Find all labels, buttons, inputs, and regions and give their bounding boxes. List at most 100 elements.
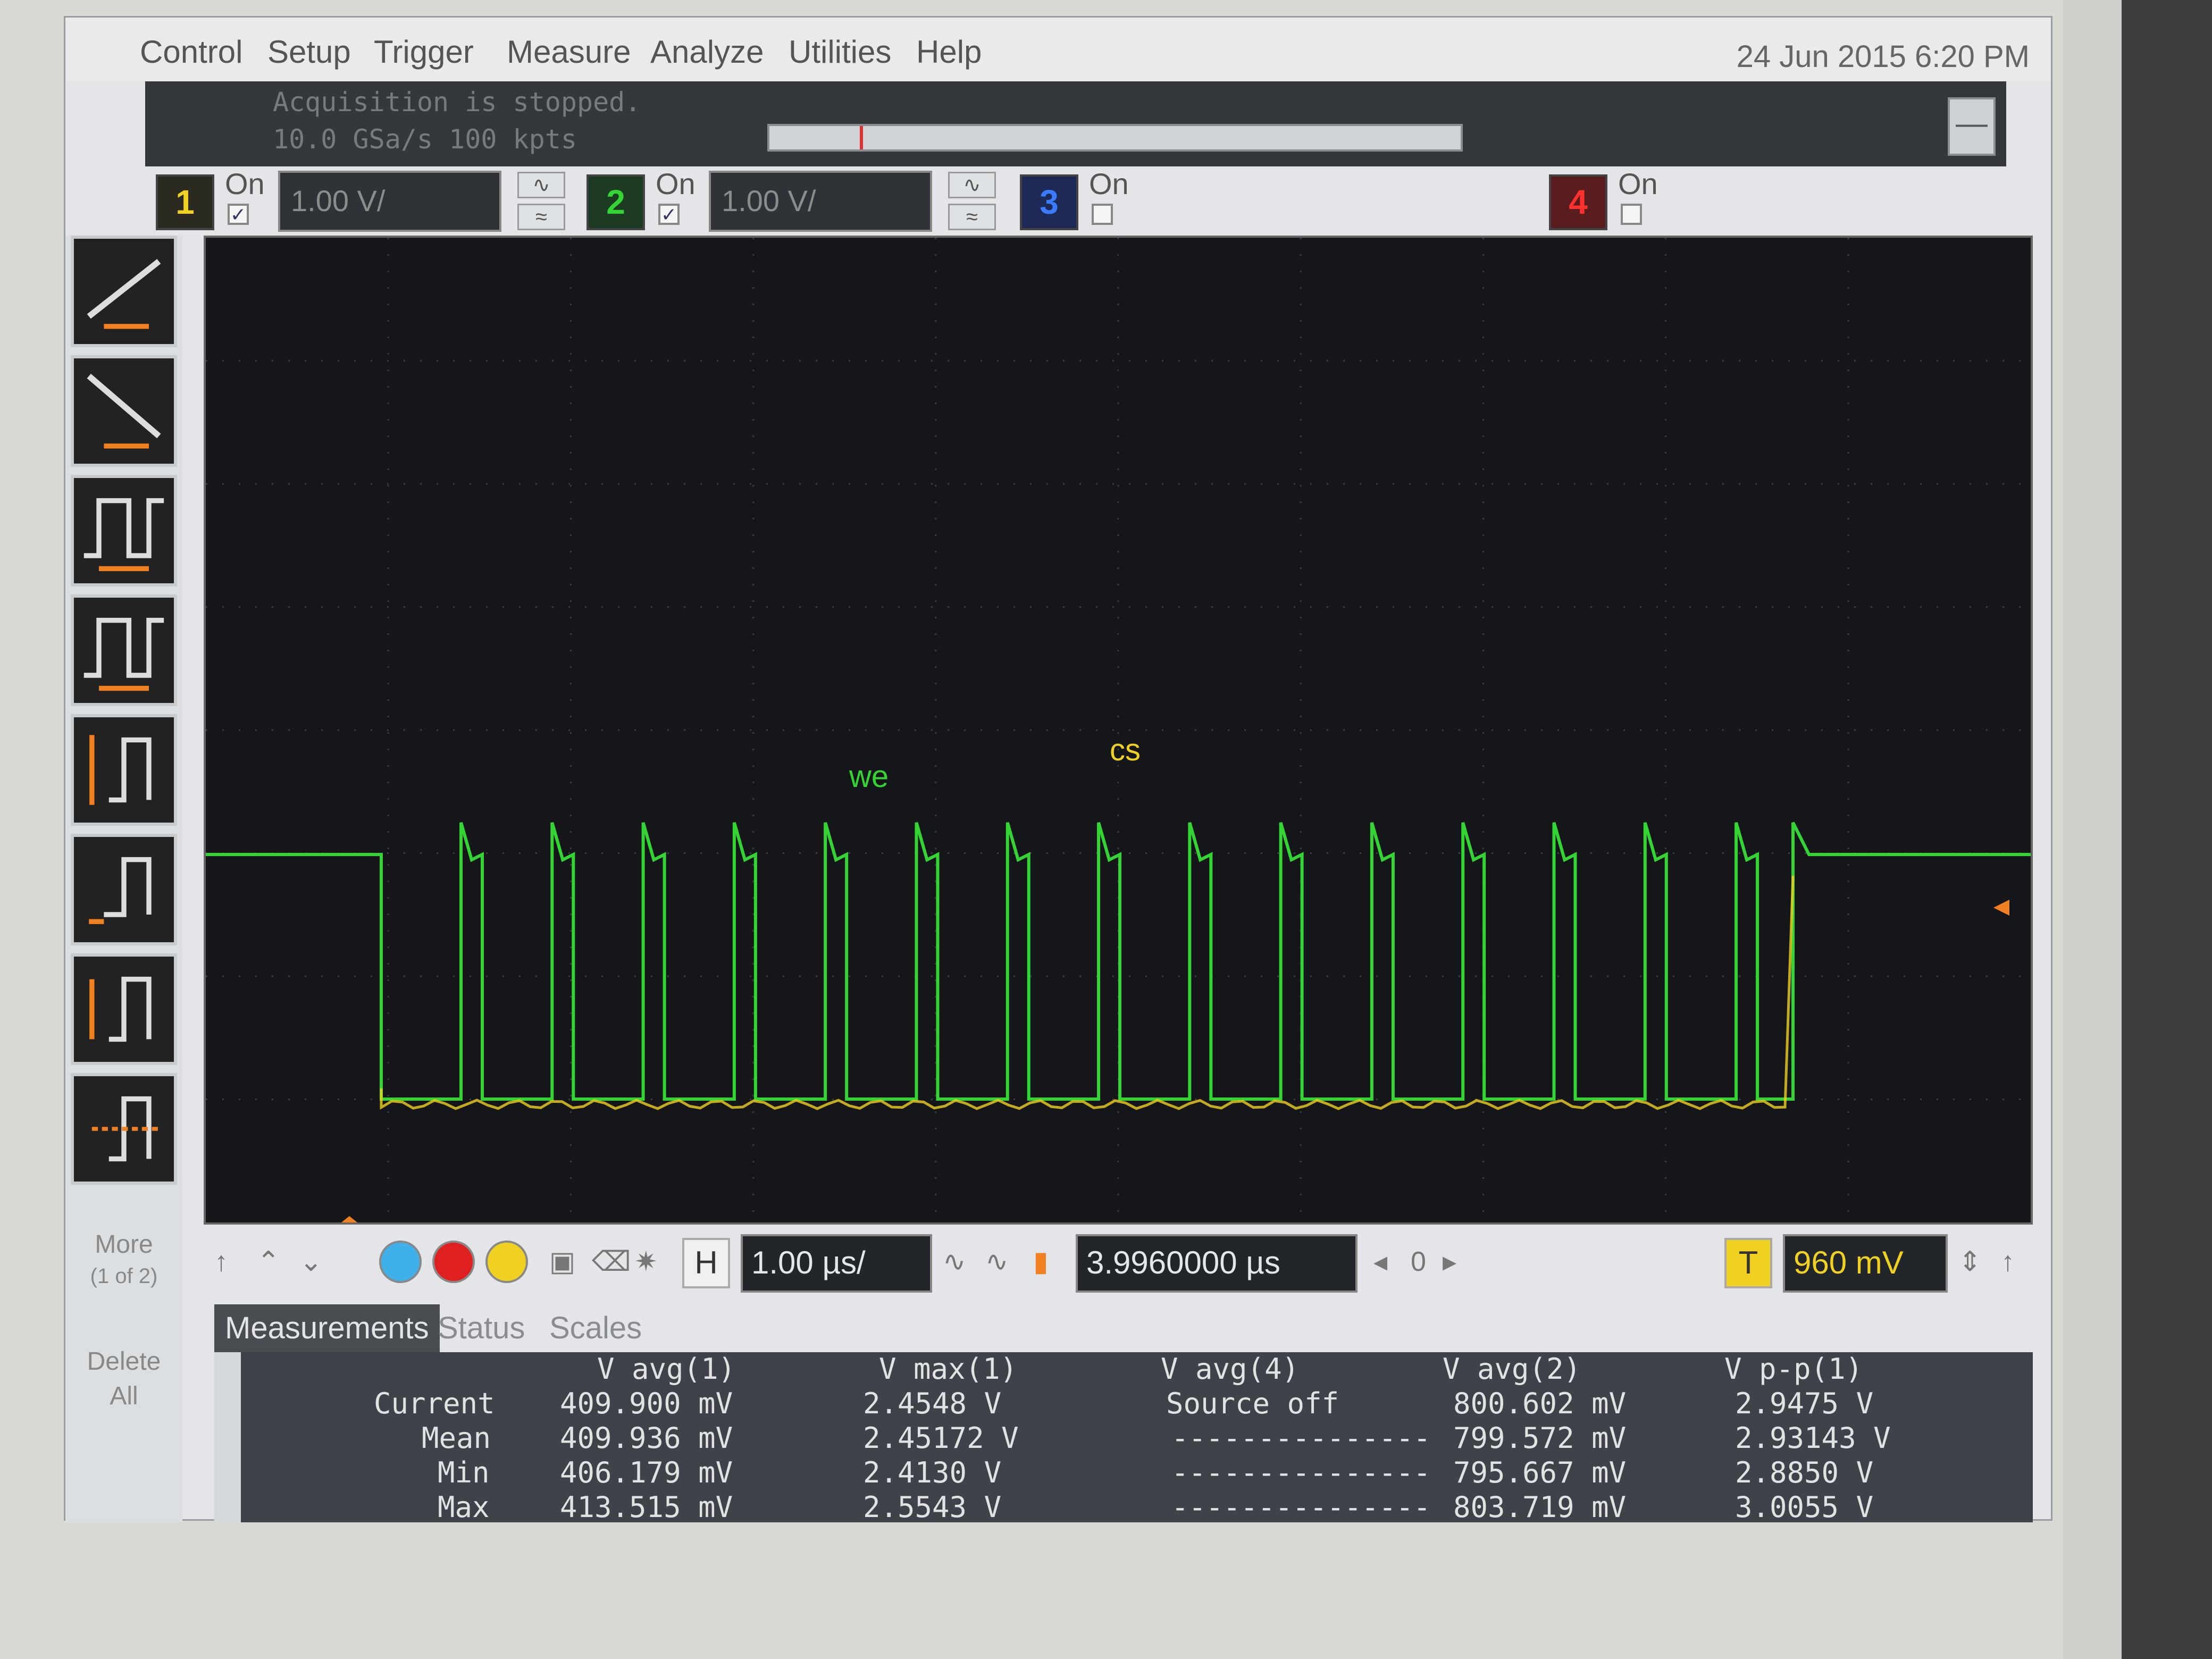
menu-help[interactable]: Help: [916, 33, 982, 70]
column-header: V avg(2): [1443, 1352, 1581, 1386]
trigger-button[interactable]: T: [1724, 1238, 1772, 1288]
table-cell: 2.5543 V: [863, 1490, 1002, 1524]
menu-measure[interactable]: Measure: [507, 33, 631, 70]
monitor-bezel: [2122, 0, 2212, 1659]
table-cell: 2.4130 V: [863, 1456, 1002, 1489]
tab-measurements[interactable]: Measurements: [214, 1304, 440, 1352]
channel-1-waveform: [380, 875, 1795, 1110]
single-button[interactable]: [379, 1241, 422, 1283]
delay-reset-value[interactable]: 0: [1411, 1246, 1426, 1278]
channel-3-on-label: On: [1089, 167, 1129, 200]
trigger-level[interactable]: 960 mV: [1783, 1234, 1948, 1293]
sample-rate: 10.0 GSa/s 100 kpts: [273, 124, 577, 155]
waveform-canvas: [206, 238, 2031, 1222]
channel-1-ac-coupling[interactable]: ≈: [517, 204, 565, 230]
minimize-button[interactable]: —: [1948, 97, 1996, 156]
delete-all-button-line1[interactable]: Delete: [65, 1347, 182, 1376]
table-cell: 2.8850 V: [1735, 1456, 1874, 1489]
column-header: V max(1): [879, 1352, 1018, 1386]
channel-3-button[interactable]: 3: [1020, 174, 1078, 230]
autoscale-icon[interactable]: ▣: [549, 1246, 575, 1278]
channel-1-scale[interactable]: 1.00 V/: [278, 171, 501, 232]
table-cell: ---------------: [1171, 1456, 1431, 1489]
channel-2-button[interactable]: 2: [586, 174, 645, 230]
brightness-icon[interactable]: ✷: [634, 1246, 658, 1278]
average-icon: [91, 1096, 159, 1162]
tab-scales[interactable]: Scales: [539, 1304, 652, 1352]
acquisition-status: Acquisition is stopped.: [273, 87, 641, 118]
menu-control[interactable]: Control: [140, 33, 242, 70]
timebase-scale[interactable]: 1.00 µs/: [741, 1234, 932, 1293]
horizontal-button[interactable]: H: [682, 1238, 730, 1288]
amplitude-button[interactable]: [71, 953, 177, 1065]
row-label: Current: [374, 1387, 495, 1420]
channel-4-on-checkbox[interactable]: [1621, 204, 1642, 225]
channel-4-button[interactable]: 4: [1549, 174, 1607, 230]
memory-overview-bar[interactable]: [767, 124, 1463, 152]
peak-to-peak-icon: [89, 735, 152, 805]
menu-analyze[interactable]: Analyze: [650, 33, 764, 70]
trigger-level-stepper-icon[interactable]: ⇕: [1958, 1246, 1982, 1278]
peak-to-peak-button[interactable]: [71, 714, 177, 826]
channel-2-on-label: On: [656, 167, 696, 200]
zoom-up-icon[interactable]: ⌃: [257, 1246, 280, 1278]
period-button[interactable]: [71, 475, 177, 586]
table-cell: 3.0055 V: [1735, 1490, 1874, 1524]
roll-mode-icon[interactable]: ∿: [985, 1246, 1009, 1278]
channel-2-on-checkbox[interactable]: ✓: [658, 204, 680, 225]
channel-1-on-label: On: [225, 167, 265, 200]
minimum-button[interactable]: [71, 834, 177, 945]
column-header: V avg(1): [597, 1352, 736, 1386]
rise-time-button[interactable]: [71, 236, 177, 347]
channel-2-ac-coupling[interactable]: ≈: [948, 204, 996, 230]
menu-setup[interactable]: Setup: [267, 33, 351, 70]
measurements-scrollbar[interactable]: [214, 1352, 241, 1522]
more-button-label[interactable]: More: [65, 1230, 182, 1259]
minimum-icon: [89, 857, 152, 924]
delay-left-arrow-icon[interactable]: ◂: [1373, 1246, 1387, 1278]
waveform-label-we: we: [849, 759, 889, 794]
waveform-label-cs: cs: [1110, 733, 1141, 767]
frequency-button[interactable]: [71, 594, 177, 706]
delay-right-arrow-icon[interactable]: ▸: [1443, 1246, 1456, 1278]
menu-trigger[interactable]: Trigger: [374, 33, 474, 70]
table-cell: 2.93143 V: [1735, 1421, 1891, 1455]
tab-status[interactable]: Status: [427, 1304, 535, 1352]
channel-4-on-label: On: [1618, 167, 1658, 200]
table-cell: 800.602 mV: [1453, 1387, 1627, 1420]
clear-display-icon[interactable]: ⌫: [592, 1246, 631, 1278]
measurement-toolbar: More (1 of 2) Delete All: [65, 236, 182, 1522]
trigger-time-marker: [341, 1216, 357, 1222]
amplitude-icon: [89, 976, 152, 1042]
channel-2-dc-coupling[interactable]: ∿: [948, 172, 996, 198]
trigger-reference-icon: ▮: [1033, 1246, 1049, 1277]
delete-all-button-line2[interactable]: All: [65, 1381, 182, 1411]
table-cell: 795.667 mV: [1453, 1456, 1627, 1489]
table-cell: 803.719 mV: [1453, 1490, 1627, 1524]
status-bar: Acquisition is stopped. 10.0 GSa/s 100 k…: [145, 81, 2006, 166]
waveform-display[interactable]: we cs: [204, 236, 2033, 1225]
measurements-panel: Measurements Status Scales V avg(1) V ma…: [214, 1304, 2033, 1528]
horizontal-controls: ↑ ⌃ ⌄ ▣ ⌫ ✷ H 1.00 µs/ ∿ ∿ ▮ 3.9960000 µ…: [204, 1225, 2033, 1304]
average-button[interactable]: [71, 1073, 177, 1185]
menu-utilities[interactable]: Utilities: [789, 33, 891, 70]
run-button[interactable]: [485, 1241, 528, 1283]
trigger-level-marker: [1993, 900, 2009, 916]
cursor-marker-icon: ↑: [214, 1246, 228, 1277]
table-cell: Source off: [1166, 1387, 1339, 1420]
channel-3-on-checkbox[interactable]: [1092, 204, 1113, 225]
channel-1-on-checkbox[interactable]: ✓: [228, 204, 249, 225]
stop-button[interactable]: [432, 1241, 475, 1283]
horizontal-delay[interactable]: 3.9960000 µs: [1076, 1234, 1358, 1293]
channel-2-scale[interactable]: 1.00 V/: [709, 171, 932, 232]
row-label: Max: [438, 1490, 490, 1524]
zoom-down-icon[interactable]: ⌄: [299, 1246, 323, 1278]
channel-1-button[interactable]: 1: [156, 174, 214, 230]
fall-time-button[interactable]: [71, 355, 177, 467]
channel-1-dc-coupling[interactable]: ∿: [517, 172, 565, 198]
fine-coarse-icon[interactable]: ∿: [943, 1246, 966, 1278]
channel-bar: 1 On ✓ 1.00 V/ ∿ ≈ 2 On ✓ 1.00 V/ ∿ ≈ 3 …: [145, 166, 2006, 236]
rise-time-icon: [87, 259, 161, 329]
fall-time-icon: [87, 373, 161, 449]
table-cell: ---------------: [1171, 1490, 1431, 1524]
